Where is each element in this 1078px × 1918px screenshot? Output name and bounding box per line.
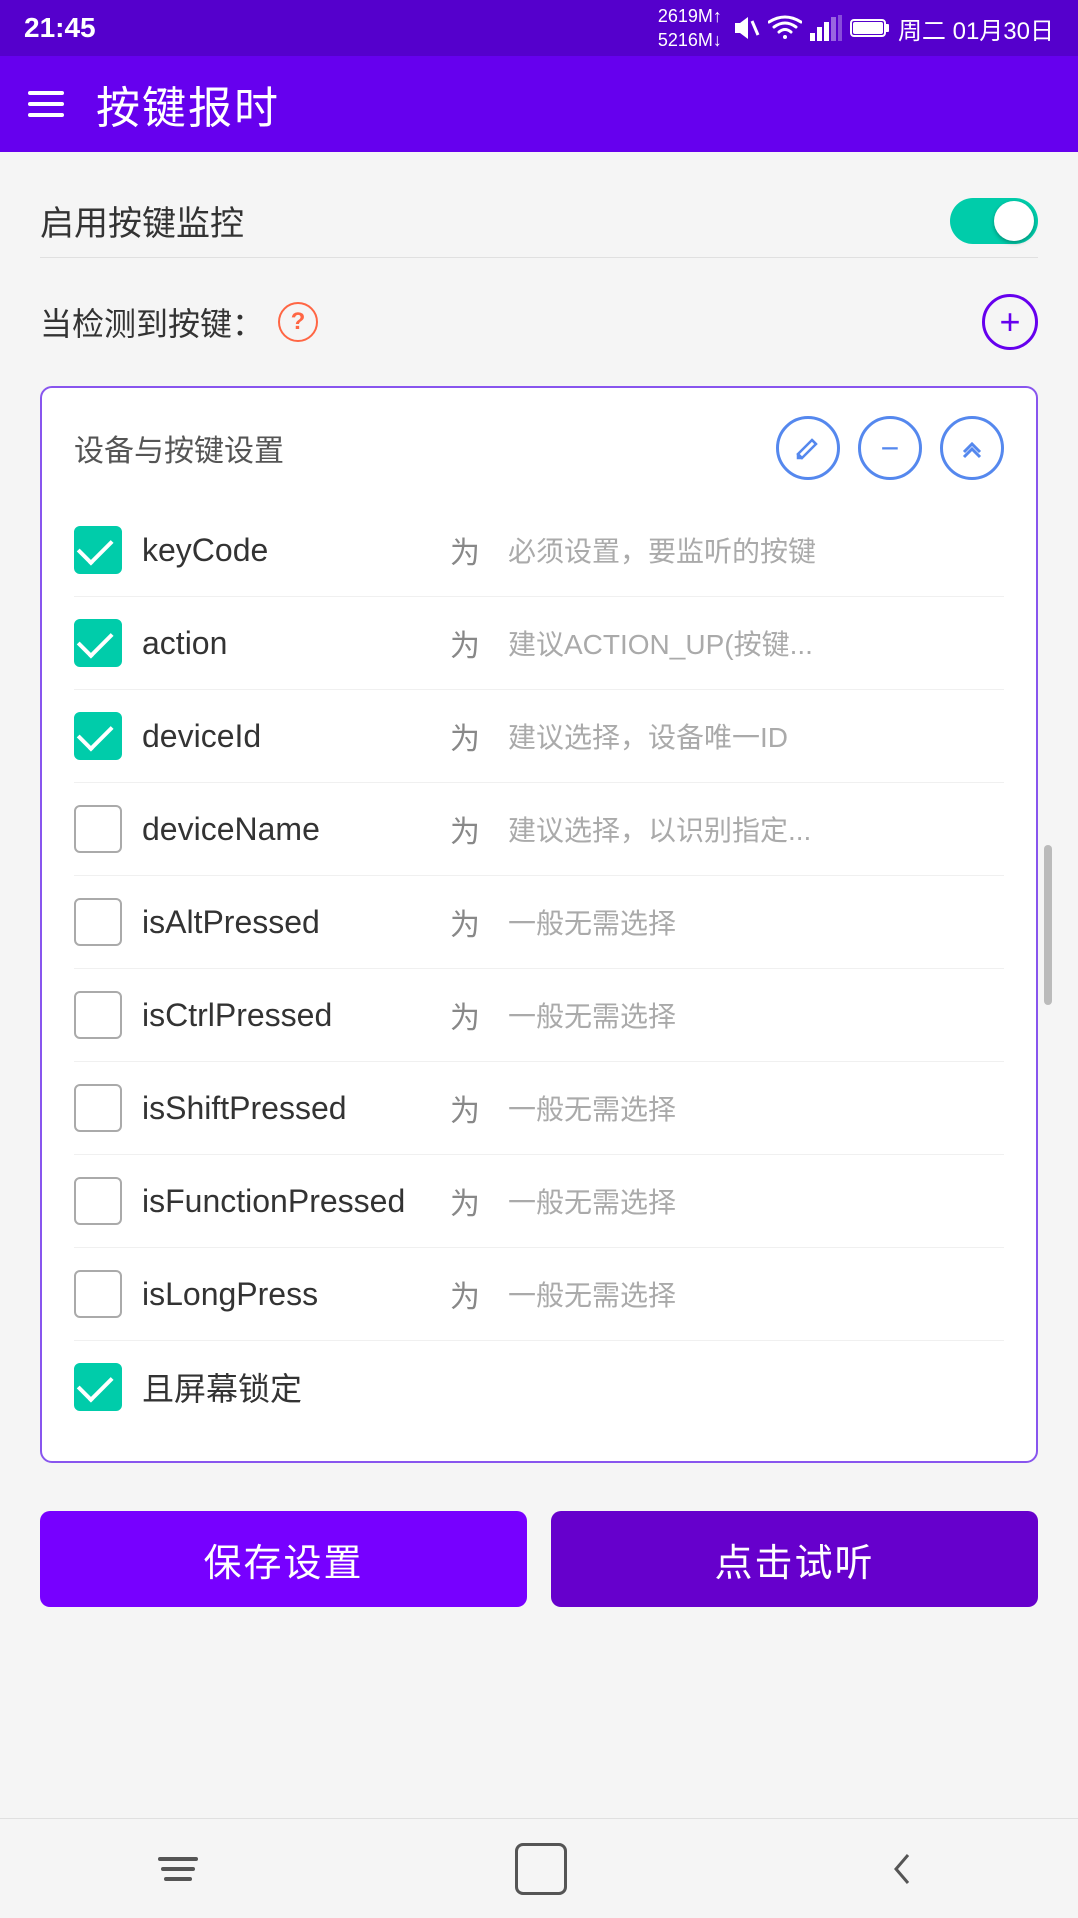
enable-monitoring-label: 启用按键监控 [40, 196, 244, 245]
home-button[interactable] [515, 1843, 567, 1895]
field-name-isLongPress: isLongPress [142, 1276, 422, 1313]
table-row: deviceId 为建议选择，设备唯一ID [74, 690, 1004, 783]
checkbox-isLongPress[interactable] [74, 1270, 122, 1318]
battery-icon [850, 17, 890, 39]
enable-monitoring-row: 启用按键监控 [40, 184, 1038, 258]
table-row: isLongPress 为一般无需选择 [74, 1248, 1004, 1341]
field-equals-deviceId: 为 [450, 714, 480, 758]
field-name-deviceName: deviceName [142, 811, 422, 848]
field-name-action: action [142, 625, 422, 662]
table-row: deviceName 为建议选择，以识别指定... [74, 783, 1004, 876]
add-button[interactable]: + [982, 294, 1038, 350]
test-button[interactable]: 点击试听 [551, 1511, 1038, 1607]
table-row: action 为建议ACTION_UP(按键... [74, 597, 1004, 690]
status-bar: 21:45 2619M↑ 5216M↓ [0, 0, 1078, 56]
field-desc-isAltPressed: 一般无需选择 [508, 902, 1004, 942]
field-equals-keyCode: 为 [450, 528, 480, 572]
help-icon[interactable]: ? [278, 302, 318, 342]
move-up-button[interactable] [940, 416, 1004, 480]
field-desc-isFunctionPressed: 一般无需选择 [508, 1181, 1004, 1221]
detect-label-text: 当检测到按键： [40, 299, 264, 345]
field-name-isCtrlPressed: isCtrlPressed [142, 997, 422, 1034]
checkbox-isFunctionPressed[interactable] [74, 1177, 122, 1225]
table-row: isShiftPressed 为一般无需选择 [74, 1062, 1004, 1155]
field-equals-isShiftPressed: 为 [450, 1086, 480, 1130]
field-desc-deviceId: 建议选择，设备唯一ID [508, 716, 1004, 756]
home-icon [515, 1843, 567, 1895]
table-row: 且屏幕锁定 [74, 1341, 1004, 1433]
checkbox-list: keyCode为必须设置，要监听的按键action为建议ACTION_UP(按键… [74, 504, 1004, 1433]
settings-card-title: 设备与按键设置 [74, 426, 284, 470]
detect-label: 当检测到按键： ? [40, 299, 318, 345]
field-desc-isShiftPressed: 一般无需选择 [508, 1088, 1004, 1128]
recent-apps-button[interactable] [158, 1857, 198, 1881]
scrollbar [1044, 845, 1052, 1005]
back-icon [884, 1849, 920, 1889]
field-name-isAltPressed: isAltPressed [142, 904, 422, 941]
checkbox-screenLock[interactable] [74, 1363, 122, 1411]
field-equals-isLongPress: 为 [450, 1272, 480, 1316]
field-name-screenLock: 且屏幕锁定 [142, 1364, 422, 1410]
field-name-isShiftPressed: isShiftPressed [142, 1090, 422, 1127]
bottom-buttons: 保存设置 点击试听 [40, 1491, 1038, 1639]
checkbox-deviceName[interactable] [74, 805, 122, 853]
field-equals-isFunctionPressed: 为 [450, 1179, 480, 1223]
status-icons: 2619M↑ 5216M↓ 周二 01月30日 [658, 4, 1054, 52]
main-content: 启用按键监控 当检测到按键： ? + 设备与按键设置 [0, 152, 1078, 1818]
mute-icon [730, 13, 760, 43]
remove-button[interactable]: − [858, 416, 922, 480]
page-title: 按键报时 [96, 72, 280, 136]
enable-monitoring-toggle[interactable] [950, 198, 1038, 244]
detect-row: 当检测到按键： ? + [40, 286, 1038, 358]
field-desc-action: 建议ACTION_UP(按键... [508, 623, 1004, 663]
checkbox-isShiftPressed[interactable] [74, 1084, 122, 1132]
field-equals-deviceName: 为 [450, 807, 480, 851]
toolbar: 按键报时 [0, 56, 1078, 152]
field-equals-isCtrlPressed: 为 [450, 993, 480, 1037]
signal-icon [810, 15, 842, 41]
wifi-icon [768, 15, 802, 41]
settings-card: 设备与按键设置 − [40, 386, 1038, 1463]
checkbox-deviceId[interactable] [74, 712, 122, 760]
checkbox-isAltPressed[interactable] [74, 898, 122, 946]
data-usage-icon: 2619M↑ 5216M↓ [658, 4, 722, 52]
menu-icon[interactable] [28, 91, 64, 117]
field-desc-deviceName: 建议选择，以识别指定... [508, 809, 1004, 849]
field-name-isFunctionPressed: isFunctionPressed [142, 1183, 422, 1220]
checkbox-keyCode[interactable] [74, 526, 122, 574]
settings-card-header: 设备与按键设置 − [74, 416, 1004, 480]
field-name-deviceId: deviceId [142, 718, 422, 755]
edit-button[interactable] [776, 416, 840, 480]
status-date: 周二 01月30日 [898, 11, 1054, 46]
table-row: isCtrlPressed 为一般无需选择 [74, 969, 1004, 1062]
back-button[interactable] [884, 1849, 920, 1889]
card-actions: − [776, 416, 1004, 480]
field-desc-isCtrlPressed: 一般无需选择 [508, 995, 1004, 1035]
field-equals-isAltPressed: 为 [450, 900, 480, 944]
table-row: isAltPressed 为一般无需选择 [74, 876, 1004, 969]
table-row: keyCode 为必须设置，要监听的按键 [74, 504, 1004, 597]
nav-bar [0, 1818, 1078, 1918]
field-desc-isLongPress: 一般无需选择 [508, 1274, 1004, 1314]
checkbox-action[interactable] [74, 619, 122, 667]
status-time: 21:45 [24, 12, 96, 44]
table-row: isFunctionPressed 为一般无需选择 [74, 1155, 1004, 1248]
field-name-keyCode: keyCode [142, 532, 422, 569]
field-equals-action: 为 [450, 621, 480, 665]
save-button[interactable]: 保存设置 [40, 1511, 527, 1607]
recent-icon [158, 1857, 198, 1881]
field-desc-keyCode: 必须设置，要监听的按键 [508, 530, 1004, 570]
toggle-thumb [994, 201, 1034, 241]
checkbox-isCtrlPressed[interactable] [74, 991, 122, 1039]
